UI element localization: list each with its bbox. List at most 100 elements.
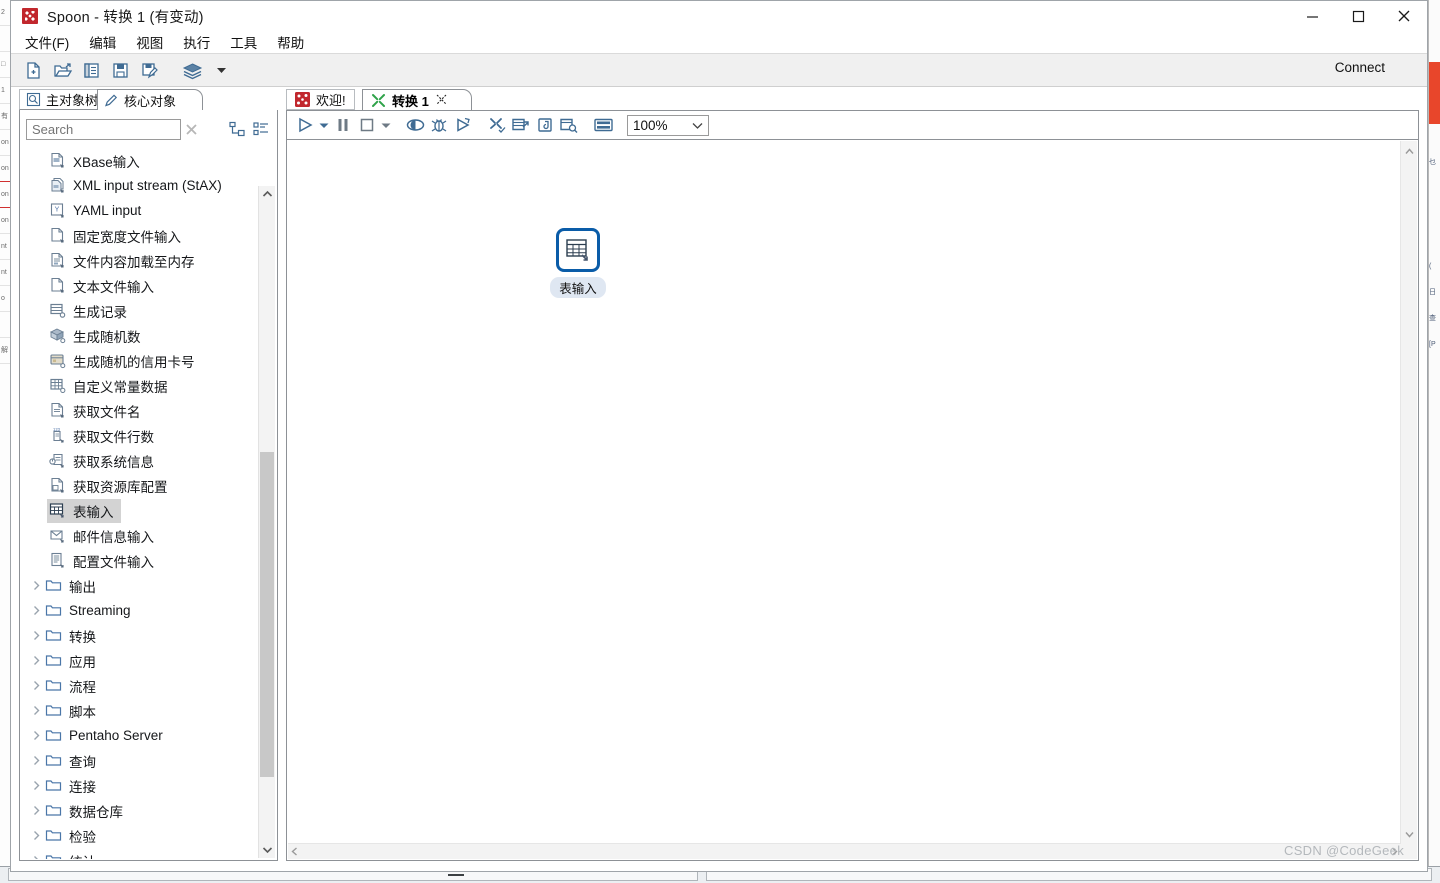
minimize-button[interactable] xyxy=(1289,1,1335,31)
menu-bar: 文件(F) 编辑 视图 执行 工具 帮助 xyxy=(11,31,1427,53)
clear-x-icon[interactable] xyxy=(181,118,203,140)
tree-folder-19[interactable]: 转换 xyxy=(21,623,259,648)
menu-edit[interactable]: 编辑 xyxy=(89,31,126,53)
tree-step-10[interactable]: 获取文件名 xyxy=(21,398,259,423)
tree-item-label: 获取系统信息 xyxy=(73,454,154,470)
chevron-right-icon[interactable] xyxy=(27,755,45,766)
tree-folder-20[interactable]: 应用 xyxy=(21,648,259,673)
new-file-icon[interactable] xyxy=(21,58,46,83)
tab-main-object-tree[interactable]: 主对象树 xyxy=(19,89,109,110)
tree-step-5[interactable]: 文本文件输入 xyxy=(21,273,259,298)
main-toolbar: Connect xyxy=(11,53,1427,87)
tree-vertical-scrollbar[interactable] xyxy=(258,186,275,858)
tree-folder-25[interactable]: 连接 xyxy=(21,773,259,798)
tree-step-2[interactable]: Y YAML input xyxy=(21,198,259,223)
tree-folder-28[interactable]: 统计 xyxy=(21,848,259,859)
menu-run[interactable]: 执行 xyxy=(183,31,220,53)
maximize-button[interactable] xyxy=(1335,1,1381,31)
verify-icon[interactable] xyxy=(485,113,509,137)
scroll-up-arrow[interactable] xyxy=(259,186,275,202)
chevron-right-icon[interactable] xyxy=(27,705,45,716)
chevron-right-icon[interactable] xyxy=(27,780,45,791)
run-dropdown-icon[interactable] xyxy=(317,113,331,137)
canvas-scroll-down-arrow[interactable] xyxy=(1405,826,1414,841)
canvas-step-table-input[interactable]: 表输入 xyxy=(548,228,608,298)
tree-step-1[interactable]: XML input stream (StAX) xyxy=(21,173,259,198)
tree-folder-18[interactable]: Streaming xyxy=(21,598,259,623)
explore-database-icon[interactable] xyxy=(557,113,581,137)
transformation-icon xyxy=(371,93,386,108)
layers-icon[interactable] xyxy=(180,58,205,83)
generate-sql-icon[interactable] xyxy=(533,113,557,137)
tree-step-0[interactable]: XBase输入 xyxy=(21,148,259,173)
menu-tools-label: 工具 xyxy=(230,36,258,51)
debug-icon[interactable] xyxy=(427,113,451,137)
canvas-scroll-left-arrow[interactable] xyxy=(291,844,298,859)
tree-step-14[interactable]: 表输入 xyxy=(21,498,259,523)
canvas-surface[interactable]: 表输入 xyxy=(288,141,1401,843)
tab-core-objects[interactable]: 核心对象 xyxy=(97,89,204,110)
tree-folder-17[interactable]: 输出 xyxy=(21,573,259,598)
stop-dropdown-icon[interactable] xyxy=(379,113,393,137)
search-input[interactable] xyxy=(26,118,181,140)
close-button[interactable] xyxy=(1381,1,1427,31)
tree-step-6[interactable]: 生成记录 xyxy=(21,298,259,323)
chevron-right-icon[interactable] xyxy=(27,855,45,859)
tab-welcome[interactable]: 欢迎! xyxy=(286,89,355,110)
menu-view[interactable]: 视图 xyxy=(136,31,173,53)
tree-scrollbar-thumb[interactable] xyxy=(260,452,274,777)
folder-icon xyxy=(45,652,62,669)
tree-step-4[interactable]: 文件内容加载至内存 xyxy=(21,248,259,273)
chevron-right-icon[interactable] xyxy=(27,805,45,816)
tree-step-13[interactable]: 获取资源库配置 xyxy=(21,473,259,498)
menu-help[interactable]: 帮助 xyxy=(277,31,314,53)
zoom-level-dropdown[interactable]: 100% xyxy=(627,114,709,136)
canvas-horizontal-scrollbar[interactable] xyxy=(288,843,1401,859)
preview-icon[interactable] xyxy=(403,113,427,137)
menu-file[interactable]: 文件(F) xyxy=(25,31,79,53)
chevron-right-icon[interactable] xyxy=(27,655,45,666)
canvas-vertical-scrollbar[interactable] xyxy=(1400,141,1417,843)
replay-icon[interactable] xyxy=(451,113,475,137)
tree-step-15[interactable]: 邮件信息输入 xyxy=(21,523,259,548)
tree-folder-26[interactable]: 数据仓库 xyxy=(21,798,259,823)
tree-step-3[interactable]: 固定宽度文件输入 xyxy=(21,223,259,248)
tree-folder-27[interactable]: 检验 xyxy=(21,823,259,848)
explore-repository-icon[interactable] xyxy=(79,58,104,83)
chevron-down-icon[interactable] xyxy=(209,58,234,83)
impact-analysis-icon[interactable] xyxy=(509,113,533,137)
tree-folder-24[interactable]: 查询 xyxy=(21,748,259,773)
tree-step-8[interactable]: 生成随机的信用卡号 xyxy=(21,348,259,373)
save-icon[interactable] xyxy=(108,58,133,83)
pause-icon[interactable] xyxy=(331,113,355,137)
expand-tree-icon[interactable] xyxy=(227,118,247,140)
tree-folder-21[interactable]: 流程 xyxy=(21,673,259,698)
chevron-right-icon[interactable] xyxy=(27,630,45,641)
tab-transformation-1[interactable]: 转换 1 xyxy=(362,89,472,110)
tree-folder-23[interactable]: Pentaho Server xyxy=(21,723,259,748)
object-tree-icon xyxy=(26,92,41,107)
transformation-canvas[interactable]: 表输入 CSDN @CodeGeek xyxy=(286,139,1419,861)
tree-step-11[interactable]: 123 获取文件行数 xyxy=(21,423,259,448)
scroll-down-arrow[interactable] xyxy=(259,842,275,858)
save-as-icon[interactable] xyxy=(137,58,162,83)
tree-step-9[interactable]: 自定义常量数据 xyxy=(21,373,259,398)
chevron-right-icon[interactable] xyxy=(27,580,45,591)
stop-icon[interactable] xyxy=(355,113,379,137)
open-file-icon[interactable] xyxy=(50,58,75,83)
tree-folder-22[interactable]: 脚本 xyxy=(21,698,259,723)
canvas-scroll-up-arrow[interactable] xyxy=(1405,143,1414,158)
run-icon[interactable] xyxy=(293,113,317,137)
list-view-icon[interactable] xyxy=(251,118,271,140)
connect-button[interactable]: Connect xyxy=(1335,60,1385,75)
close-tab-icon[interactable] xyxy=(436,93,447,108)
show-grid-icon[interactable] xyxy=(591,113,615,137)
tree-step-16[interactable]: 配置文件输入 xyxy=(21,548,259,573)
tree-step-7[interactable]: 生成随机数 xyxy=(21,323,259,348)
chevron-right-icon[interactable] xyxy=(27,830,45,841)
menu-tools[interactable]: 工具 xyxy=(230,31,267,53)
tree-step-12[interactable]: 获取系统信息 xyxy=(21,448,259,473)
chevron-right-icon[interactable] xyxy=(27,680,45,691)
chevron-right-icon[interactable] xyxy=(27,605,45,616)
chevron-right-icon[interactable] xyxy=(27,730,45,741)
